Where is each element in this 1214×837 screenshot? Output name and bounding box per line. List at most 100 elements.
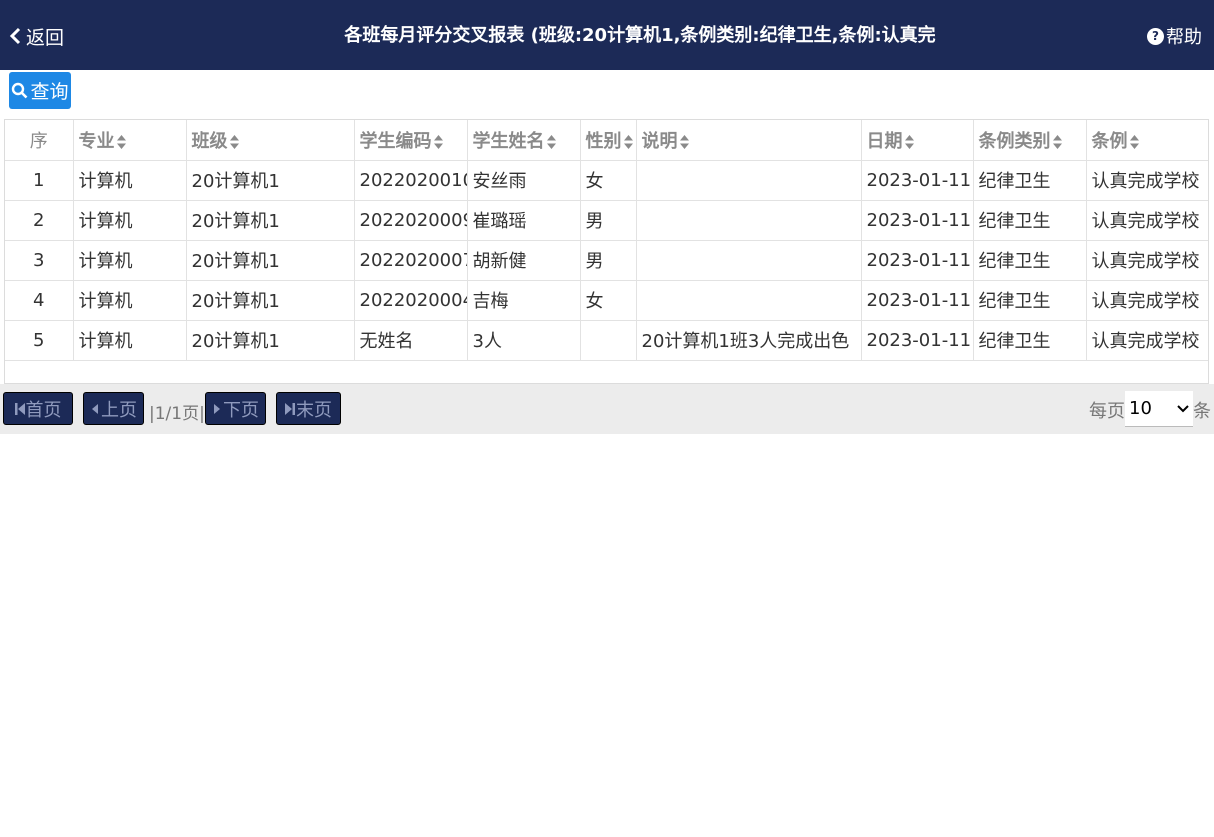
first-page-button[interactable]: 首页 xyxy=(3,392,73,425)
cell-rule-category: 纪律卫生 xyxy=(973,160,1087,201)
col-header-class[interactable]: 班级 xyxy=(186,120,355,161)
next-page-label: 下页 xyxy=(223,399,259,421)
data-grid: 序 专业 班级 学生编码 学生姓名 性别 说明 日期 条例类别 条例 1 计算机… xyxy=(4,119,1209,384)
cell-note xyxy=(636,240,862,281)
query-button[interactable]: 查询 xyxy=(9,72,71,109)
cell-major: 计算机 xyxy=(73,200,187,241)
cell-class: 20计算机1 xyxy=(186,280,355,321)
cell-note: 20计算机1班3人完成出色 xyxy=(636,320,862,361)
cell-major: 计算机 xyxy=(73,240,187,281)
sort-icon xyxy=(546,134,556,149)
cell-gender xyxy=(580,320,637,361)
cell-rule: 认真完成学校 xyxy=(1086,280,1208,321)
table-row[interactable]: 2 计算机 20计算机1 2022020009 崔璐瑶 男 2023-01-11… xyxy=(5,200,1208,241)
col-header-date[interactable]: 日期 xyxy=(861,120,974,161)
back-label: 返回 xyxy=(26,26,65,49)
pagination-bar: 首页 上页 |1/1页| 下页 末页 每页 10 条 xyxy=(0,384,1214,434)
cell-student-name: 崔璐瑶 xyxy=(467,200,581,241)
cell-date: 2023-01-11 xyxy=(861,280,974,321)
first-page-label: 首页 xyxy=(25,399,62,421)
cell-rule-category: 纪律卫生 xyxy=(973,280,1087,321)
cell-seq: 2 xyxy=(5,200,74,241)
cell-gender: 男 xyxy=(580,240,637,281)
cell-note xyxy=(636,200,862,241)
cell-student-name: 胡新健 xyxy=(467,240,581,281)
page-size-value: 10 xyxy=(1129,398,1152,419)
sort-icon xyxy=(904,134,914,149)
cell-rule-category: 纪律卫生 xyxy=(973,200,1087,241)
cell-class: 20计算机1 xyxy=(186,240,355,281)
help-label: 帮助 xyxy=(1166,27,1202,48)
caret-right-icon xyxy=(214,403,220,414)
col-header-rule[interactable]: 条例 xyxy=(1086,120,1208,161)
sort-icon xyxy=(679,134,689,149)
page-indicator: |1/1页| xyxy=(149,404,205,424)
col-header-seq: 序 xyxy=(5,120,74,161)
cell-date: 2023-01-11 xyxy=(861,320,974,361)
cell-seq: 5 xyxy=(5,320,74,361)
sort-icon xyxy=(116,134,126,149)
col-header-note[interactable]: 说明 xyxy=(636,120,862,161)
cell-student-name: 3人 xyxy=(467,320,581,361)
sort-icon xyxy=(1052,134,1062,149)
search-icon xyxy=(12,82,28,99)
cell-seq: 1 xyxy=(5,160,74,201)
cell-student-name: 吉梅 xyxy=(467,280,581,321)
unit-label: 条 xyxy=(1193,401,1211,422)
cell-student-code: 无姓名 xyxy=(354,320,468,361)
cell-student-code: 2022020007 xyxy=(354,240,468,281)
cell-major: 计算机 xyxy=(73,320,187,361)
last-page-button[interactable]: 末页 xyxy=(276,392,341,425)
cell-rule: 认真完成学校 xyxy=(1086,320,1208,361)
cell-student-name: 安丝雨 xyxy=(467,160,581,201)
col-header-student-name[interactable]: 学生姓名 xyxy=(467,120,581,161)
cell-student-code: 2022020009 xyxy=(354,200,468,241)
cell-rule-category: 纪律卫生 xyxy=(973,240,1087,281)
prev-page-label: 上页 xyxy=(101,399,137,421)
page-size-select[interactable]: 10 xyxy=(1125,391,1193,427)
cell-rule: 认真完成学校 xyxy=(1086,200,1208,241)
cell-date: 2023-01-11 xyxy=(861,160,974,201)
first-page-icon xyxy=(14,402,25,415)
sort-icon xyxy=(623,134,633,149)
chevron-left-icon xyxy=(9,27,21,45)
page-title: 各班每月评分交叉报表 (班级:20计算机1,条例类别:纪律卫生,条例:认真完 xyxy=(344,25,936,46)
table-row[interactable]: 4 计算机 20计算机1 2022020004 吉梅 女 2023-01-11 … xyxy=(5,280,1208,321)
chevron-down-icon xyxy=(1177,405,1189,413)
cell-rule: 认真完成学校 xyxy=(1086,160,1208,201)
per-page-label: 每页 xyxy=(1089,401,1125,422)
cell-date: 2023-01-11 xyxy=(861,200,974,241)
cell-class: 20计算机1 xyxy=(186,200,355,241)
table-row[interactable]: 1 计算机 20计算机1 2022020010 安丝雨 女 2023-01-11… xyxy=(5,160,1208,201)
table-row[interactable]: 3 计算机 20计算机1 2022020007 胡新健 男 2023-01-11… xyxy=(5,240,1208,281)
question-circle-icon: ? xyxy=(1147,27,1164,45)
help-button[interactable]: ? 帮助 xyxy=(1147,22,1202,50)
top-bar: 返回 各班每月评分交叉报表 (班级:20计算机1,条例类别:纪律卫生,条例:认真… xyxy=(0,0,1214,70)
cell-major: 计算机 xyxy=(73,280,187,321)
report-table: 序 专业 班级 学生编码 学生姓名 性别 说明 日期 条例类别 条例 1 计算机… xyxy=(5,120,1208,361)
col-header-rule-category[interactable]: 条例类别 xyxy=(973,120,1087,161)
cell-major: 计算机 xyxy=(73,160,187,201)
prev-page-button[interactable]: 上页 xyxy=(83,392,144,425)
cell-gender: 男 xyxy=(580,200,637,241)
col-header-gender[interactable]: 性别 xyxy=(580,120,637,161)
cell-note xyxy=(636,160,862,201)
cell-student-code: 2022020004 xyxy=(354,280,468,321)
cell-gender: 女 xyxy=(580,280,637,321)
table-row[interactable]: 5 计算机 20计算机1 无姓名 3人 20计算机1班3人完成出色 2023-0… xyxy=(5,320,1208,361)
cell-date: 2023-01-11 xyxy=(861,240,974,281)
last-page-icon xyxy=(285,402,295,415)
cell-class: 20计算机1 xyxy=(186,160,355,201)
col-header-student-code[interactable]: 学生编码 xyxy=(354,120,468,161)
back-button[interactable]: 返回 xyxy=(8,22,64,50)
last-page-label: 末页 xyxy=(296,399,332,421)
cell-gender: 女 xyxy=(580,160,637,201)
caret-left-icon xyxy=(92,403,98,414)
col-header-major[interactable]: 专业 xyxy=(73,120,187,161)
next-page-button[interactable]: 下页 xyxy=(205,392,266,425)
sort-icon xyxy=(1129,134,1139,149)
cell-note xyxy=(636,280,862,321)
query-label: 查询 xyxy=(30,81,69,103)
cell-seq: 3 xyxy=(5,240,74,281)
cell-seq: 4 xyxy=(5,280,74,321)
